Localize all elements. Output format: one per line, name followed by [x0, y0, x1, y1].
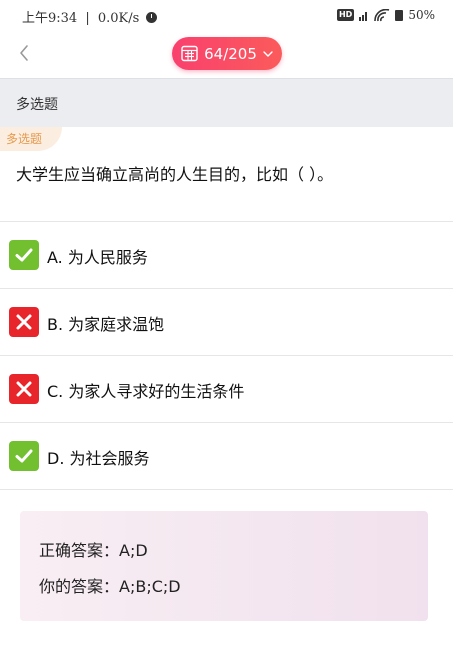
app-screen: 上午9:34 | 0.0K/s HD 50% 64/205 多选题 多选题 大学…	[0, 0, 453, 647]
section-title: 多选题	[16, 97, 58, 113]
wifi-icon	[374, 8, 390, 21]
section-title-bar: 多选题	[0, 78, 453, 127]
chevron-down-icon	[263, 50, 273, 57]
divider	[0, 489, 453, 490]
hd-signal-icon: HD	[336, 9, 355, 21]
your-answer-text: 你的答案：A;B;C;D	[39, 577, 181, 596]
question-type-badge: 多选题	[0, 127, 62, 151]
top-nav-bar: 64/205	[0, 30, 453, 78]
status-time: 上午9:34	[22, 11, 78, 26]
option-c[interactable]: C. 为家人寻求好的生活条件	[0, 356, 453, 422]
option-d-label: D. 为社会服务	[47, 449, 150, 468]
check-icon	[9, 240, 39, 270]
status-separator: |	[85, 11, 90, 26]
alarm-icon	[146, 12, 158, 23]
back-arrow-icon[interactable]	[12, 40, 38, 66]
cross-icon	[9, 307, 39, 337]
option-b-label: B. 为家庭求温饱	[47, 315, 165, 334]
answer-panel: 正确答案：A;D 你的答案：A;B;C;D	[20, 511, 428, 621]
cellular-signal-icon	[359, 11, 368, 21]
battery-icon	[395, 9, 404, 21]
question-counter-button[interactable]: 64/205	[172, 37, 282, 70]
option-d[interactable]: D. 为社会服务	[0, 423, 453, 489]
option-c-label: C. 为家人寻求好的生活条件	[47, 382, 245, 401]
status-left: 上午9:34 | 0.0K/s	[22, 7, 158, 26]
option-b[interactable]: B. 为家庭求温饱	[0, 289, 453, 355]
question-counter-text: 64/205	[204, 44, 257, 63]
status-right: HD 50%	[336, 6, 435, 24]
network-speed: 0.0K/s	[97, 11, 140, 26]
battery-percent: 50%	[408, 8, 435, 22]
check-icon	[9, 441, 39, 471]
option-a-label: A. 为人民服务	[47, 248, 148, 267]
status-bar: 上午9:34 | 0.0K/s HD 50%	[0, 0, 453, 30]
calendar-grid-icon	[181, 45, 198, 62]
question-text: 大学生应当确立高尚的人生目的，比如（ ）。	[16, 165, 334, 184]
correct-answer-text: 正确答案：A;D	[39, 541, 148, 560]
cross-icon	[9, 374, 39, 404]
option-a[interactable]: A. 为人民服务	[0, 222, 453, 288]
